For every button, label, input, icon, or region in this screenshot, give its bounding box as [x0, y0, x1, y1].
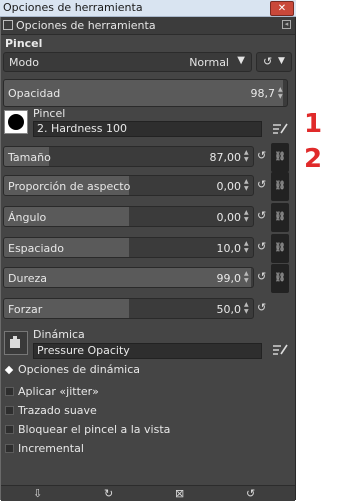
slider-label: Forzar	[8, 303, 43, 316]
edit-icon[interactable]	[271, 121, 289, 135]
slider-ángulo[interactable]: Ángulo 0,00 ▲ ▼	[3, 206, 254, 227]
slider-label: Dureza	[8, 272, 48, 285]
slider-tamaño[interactable]: Tamaño 87,00 ▲ ▼	[3, 146, 254, 167]
edit-icon[interactable]	[271, 342, 289, 356]
window-title: Opciones de herramienta	[3, 1, 143, 14]
reset-icon[interactable]: ↺	[257, 301, 268, 315]
slider-label: Espaciado	[8, 242, 64, 255]
spin-arrows-icon[interactable]: ▲ ▼	[244, 240, 251, 254]
checkbox-label[interactable]: Trazado suave	[18, 404, 97, 417]
tool-options-icon	[3, 20, 13, 30]
reset-icon[interactable]: ↺	[257, 178, 268, 192]
checkbox-label[interactable]: Incremental	[18, 442, 84, 455]
mode-label: Modo	[9, 56, 39, 69]
slider-value: 99,0	[216, 272, 242, 285]
slider-value: 87,00	[209, 151, 242, 164]
slider-value: 0,00	[216, 211, 242, 224]
dynamics-label: Dinámica	[33, 328, 85, 341]
opacity-value: 98,7	[250, 87, 276, 100]
chain-link-icon[interactable]: ⛓	[271, 143, 289, 172]
spin-arrows-icon[interactable]: ▲ ▼	[244, 301, 251, 315]
spin-arrows-icon[interactable]: ▲ ▼	[244, 149, 251, 163]
brush-preview[interactable]	[4, 110, 28, 134]
checkbox-label[interactable]: Aplicar «jitter»	[18, 385, 99, 398]
opacity-label: Opacidad	[8, 87, 61, 100]
slider-forzar[interactable]: Forzar 50,0 ▲ ▼	[3, 298, 254, 319]
brush-label: Pincel	[33, 107, 66, 120]
slider-value: 10,0	[216, 242, 242, 255]
tool-options-panel: Opciones de herramienta ◂ Pincel Modo No…	[0, 17, 296, 501]
slider-proporción-de-aspecto[interactable]: Proporción de aspecto 0,00 ▲ ▼	[3, 175, 254, 196]
restore-icon[interactable]: ↻	[104, 487, 113, 500]
checkbox[interactable]	[5, 425, 14, 434]
dynamics-options-expander[interactable]: Opciones de dinámica	[18, 363, 140, 376]
slider-dureza[interactable]: Dureza 99,0 ▲ ▼	[3, 267, 254, 288]
mode-reset-select[interactable]: ↺ ▼	[256, 52, 292, 72]
slider-espaciado[interactable]: Espaciado 10,0 ▲ ▼	[3, 237, 254, 258]
slider-value: 50,0	[216, 303, 242, 316]
reset-icon: ↺	[263, 55, 273, 68]
bottom-toolbar: ⇩ ↻ ⊠ ↺	[1, 485, 295, 501]
spin-arrows-icon[interactable]: ▲ ▼	[278, 86, 285, 100]
dock-tab[interactable]: Opciones de herramienta ◂	[1, 17, 295, 35]
checkbox[interactable]	[5, 444, 14, 453]
checkbox[interactable]	[5, 406, 14, 415]
spin-arrows-icon[interactable]: ▲ ▼	[244, 209, 251, 223]
annotation-2: 2	[304, 144, 323, 174]
checkbox[interactable]	[5, 387, 14, 396]
annotation-1: 1	[304, 109, 323, 139]
dynamics-icon	[10, 336, 20, 348]
chevron-down-icon: ▼	[237, 55, 245, 66]
reset-icon[interactable]: ↺	[257, 270, 268, 284]
reset-icon[interactable]: ↺	[257, 240, 268, 254]
close-icon[interactable]: ✕	[270, 1, 294, 16]
mode-value: Normal	[189, 56, 229, 69]
chain-link-icon[interactable]: ⛓	[271, 172, 289, 201]
brush-name-field[interactable]: 2. Hardness 100	[33, 121, 262, 137]
reset-icon[interactable]: ↺	[257, 149, 268, 163]
slider-label: Tamaño	[8, 151, 51, 164]
slider-label: Proporción de aspecto	[8, 180, 131, 193]
window-titlebar: Opciones de herramienta ✕	[0, 0, 296, 17]
dock-tab-label: Opciones de herramienta	[16, 19, 156, 32]
brush-shape-icon	[8, 114, 24, 130]
save-icon[interactable]: ⇩	[33, 487, 42, 500]
dynamics-preview[interactable]	[4, 331, 28, 355]
chain-link-icon[interactable]: ⛓	[271, 203, 289, 232]
chevron-down-icon: ▼	[278, 56, 285, 66]
delete-icon[interactable]: ⊠	[175, 487, 184, 500]
dynamics-name-field[interactable]: Pressure Opacity	[33, 343, 262, 359]
spin-arrows-icon[interactable]: ▲ ▼	[244, 270, 251, 284]
reset-icon[interactable]: ↺	[246, 487, 255, 500]
expander-diamond-icon[interactable]	[5, 366, 14, 375]
checkbox-label[interactable]: Bloquear el pincel a la vista	[18, 423, 170, 436]
section-title: Pincel	[5, 37, 43, 50]
chain-link-icon[interactable]: ⛓	[271, 234, 289, 263]
slider-label: Ángulo	[8, 211, 47, 224]
spin-arrows-icon[interactable]: ▲ ▼	[244, 178, 251, 192]
reset-icon[interactable]: ↺	[257, 209, 268, 223]
mode-select[interactable]: Modo Normal ▼	[3, 52, 252, 72]
chain-link-icon[interactable]: ⛓	[271, 264, 289, 293]
opacity-slider[interactable]: Opacidad 98,7 ▲ ▼	[3, 79, 288, 107]
dock-menu-icon[interactable]: ◂	[282, 20, 291, 29]
slider-value: 0,00	[216, 180, 242, 193]
